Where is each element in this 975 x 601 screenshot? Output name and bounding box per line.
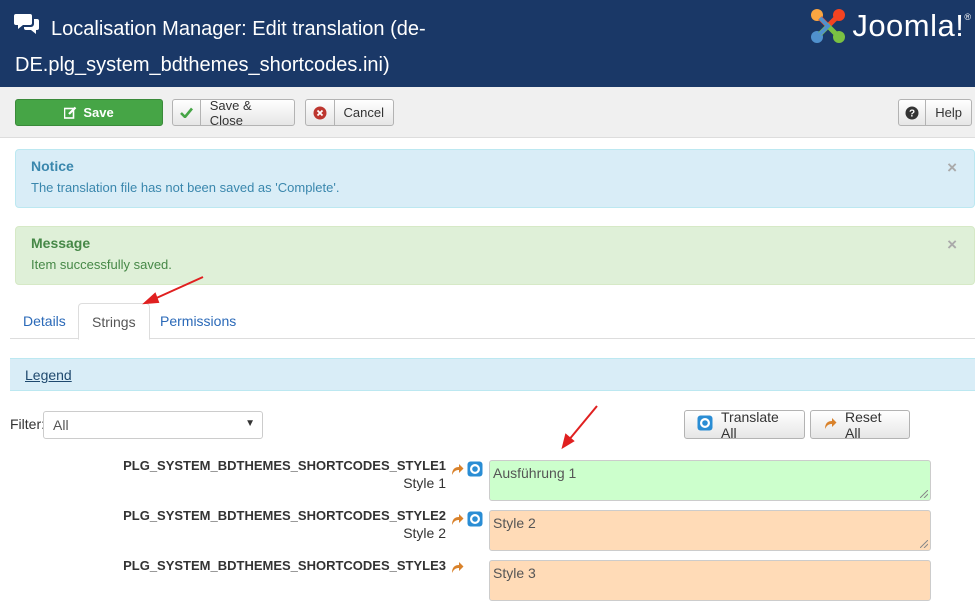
translation-value: Ausführung 1: [493, 465, 577, 481]
help-button[interactable]: ? Help: [898, 99, 972, 126]
joomla-logo-icon: [811, 9, 846, 43]
tab-bar: Details Strings Permissions: [10, 303, 975, 340]
cancel-button[interactable]: Cancel: [305, 99, 394, 126]
message-alert: Message Item successfully saved. ×: [15, 226, 975, 285]
save-close-button[interactable]: Save & Close: [172, 97, 295, 128]
check-icon: [173, 100, 201, 125]
legend-bar: Legend: [10, 358, 975, 391]
row-actions: [450, 561, 464, 577]
translation-value: Style 3: [493, 565, 536, 581]
translate-globe-icon: [697, 415, 713, 434]
toolbar: Save Save & Close Cancel ? Help: [0, 87, 975, 138]
logo-text: Joomla!: [852, 8, 965, 43]
message-text: Item successfully saved.: [31, 257, 172, 272]
translate-all-button[interactable]: Translate All: [684, 408, 805, 441]
translation-value: Style 2: [493, 515, 536, 531]
tab-strings[interactable]: Strings: [78, 303, 150, 340]
close-icon[interactable]: ×: [947, 158, 957, 178]
save-close-label: Save & Close: [209, 97, 252, 128]
resize-handle-icon[interactable]: [920, 540, 928, 548]
logo-registered-mark: ®: [964, 12, 971, 22]
translation-textarea[interactable]: Ausführung 1: [489, 460, 931, 501]
chevron-down-icon: ▼: [245, 418, 255, 429]
string-key: PLG_SYSTEM_BDTHEMES_SHORTCODES_STYLE3: [123, 558, 446, 573]
close-icon[interactable]: ×: [947, 235, 957, 255]
row-actions: [450, 511, 483, 530]
save-label: Save: [83, 105, 114, 120]
string-key: PLG_SYSTEM_BDTHEMES_SHORTCODES_STYLE1: [123, 458, 446, 473]
question-circle-icon: ?: [899, 100, 927, 125]
row-actions: [450, 461, 483, 480]
reset-all-button[interactable]: Reset All: [810, 408, 910, 441]
svg-text:?: ?: [909, 108, 915, 119]
translate-globe-icon[interactable]: [467, 511, 483, 530]
tab-permissions[interactable]: Permissions: [147, 303, 249, 339]
notice-text: The translation file has not been saved …: [31, 180, 340, 195]
string-original: Style 1: [403, 475, 446, 491]
reply-arrow-icon[interactable]: [450, 513, 464, 529]
translation-textarea[interactable]: Style 2: [489, 510, 931, 551]
page-title: Localisation Manager: Edit translation (…: [15, 18, 426, 76]
resize-handle-icon[interactable]: [920, 490, 928, 498]
translate-globe-icon[interactable]: [467, 461, 483, 480]
reply-arrow-icon[interactable]: [450, 463, 464, 479]
page-header: Localisation Manager: Edit translation (…: [0, 0, 975, 87]
filter-selected-value: All: [53, 417, 69, 433]
cancel-label: Cancel: [343, 105, 384, 120]
help-label: Help: [935, 105, 962, 120]
edit-icon: [64, 106, 77, 119]
notice-alert: Notice The translation file has not been…: [15, 149, 975, 208]
save-button[interactable]: Save: [15, 99, 163, 126]
message-heading: Message: [31, 235, 91, 251]
filter-label: Filter:: [10, 416, 45, 432]
tab-details[interactable]: Details: [10, 303, 79, 339]
translate-all-label: Translate All: [721, 408, 779, 441]
joomla-logo: Joomla! ®: [808, 6, 971, 46]
legend-link[interactable]: Legend: [25, 367, 72, 383]
reply-arrow-icon[interactable]: [450, 561, 464, 577]
string-key: PLG_SYSTEM_BDTHEMES_SHORTCODES_STYLE2: [123, 508, 446, 523]
arrow-annotation: [561, 405, 598, 450]
reply-arrow-icon: [823, 417, 837, 433]
filter-select[interactable]: All ▼: [43, 411, 263, 439]
cancel-circle-icon: [306, 100, 335, 125]
string-original: Style 2: [403, 525, 446, 541]
notice-heading: Notice: [31, 158, 74, 174]
translation-textarea[interactable]: Style 3: [489, 560, 931, 601]
reset-all-label: Reset All: [845, 408, 882, 441]
